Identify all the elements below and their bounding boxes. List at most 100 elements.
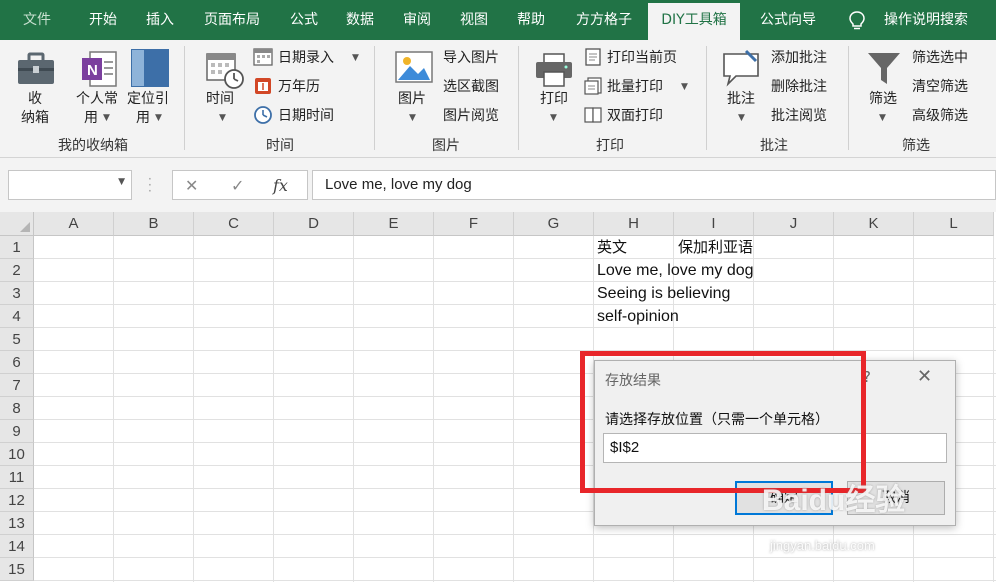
gridline <box>433 236 434 582</box>
more-handle-icon[interactable]: · · · <box>148 173 152 197</box>
onenote-icon[interactable]: N <box>80 48 120 90</box>
batch-print-icon[interactable] <box>583 76 603 96</box>
clock-icon[interactable] <box>253 105 273 125</box>
group-separator <box>706 46 707 150</box>
chevron-down-icon: ▼ <box>550 113 557 123</box>
cell-i1[interactable]: 保加利亚语 <box>678 236 753 259</box>
cell-h2[interactable]: Love me, love my dog <box>597 259 754 282</box>
tab-fangfang[interactable]: 方方格子 <box>566 0 642 40</box>
calendar-clock-icon[interactable] <box>205 50 245 90</box>
chevron-down-icon[interactable]: ▼ <box>118 177 125 187</box>
date-entry-label[interactable]: 日期录入 <box>278 49 334 67</box>
gridline <box>34 281 996 282</box>
select-all-corner[interactable] <box>0 212 34 236</box>
tab-insert[interactable]: 插入 <box>136 0 184 40</box>
insert-function-icon[interactable]: fx <box>273 176 288 195</box>
row-header[interactable]: 2 <box>0 259 34 282</box>
row-header[interactable]: 6 <box>0 351 34 374</box>
tab-view[interactable]: 视图 <box>450 0 498 40</box>
group-label-comment: 批注 <box>760 138 788 154</box>
column-header[interactable]: G <box>514 212 594 236</box>
column-header[interactable]: E <box>354 212 434 236</box>
column-header[interactable]: J <box>754 212 834 236</box>
watermark-url: jingyan.baidu.com <box>770 538 875 553</box>
toolbox-icon[interactable] <box>16 50 56 88</box>
highlight-annotation <box>580 351 866 493</box>
import-image-label[interactable]: 导入图片 <box>443 49 499 67</box>
row-header[interactable]: 7 <box>0 374 34 397</box>
group-separator <box>374 46 375 150</box>
row-header[interactable]: 3 <box>0 282 34 305</box>
datetime-label[interactable]: 日期时间 <box>278 107 334 125</box>
column-header[interactable]: L <box>914 212 994 236</box>
row-header[interactable]: 14 <box>0 535 34 558</box>
row-header[interactable]: 8 <box>0 397 34 420</box>
column-header[interactable]: K <box>834 212 914 236</box>
row-header[interactable]: 15 <box>0 558 34 581</box>
row-header[interactable]: 11 <box>0 466 34 489</box>
column-header[interactable]: A <box>34 212 114 236</box>
chevron-down-icon: ▼ <box>409 113 416 123</box>
tab-formula-wizard[interactable]: 公式向导 <box>748 0 828 40</box>
box-label-2: 纳箱 <box>21 110 49 126</box>
delete-comment-label[interactable]: 删除批注 <box>771 78 827 96</box>
row-header[interactable]: 4 <box>0 305 34 328</box>
cell-h3[interactable]: Seeing is believing <box>597 282 730 305</box>
date-entry-icon[interactable] <box>253 47 273 67</box>
picture-icon[interactable] <box>394 48 434 88</box>
column-header[interactable]: C <box>194 212 274 236</box>
advanced-filter-label[interactable]: 高级筛选 <box>912 107 968 125</box>
clear-filter-label[interactable]: 清空筛选 <box>912 78 968 96</box>
column-header[interactable]: B <box>114 212 194 236</box>
comment-big-label: 批注 <box>727 91 755 107</box>
tab-home[interactable]: 开始 <box>78 0 128 40</box>
batch-print-label[interactable]: 批量打印 <box>607 78 663 96</box>
column-header[interactable]: F <box>434 212 514 236</box>
tab-formulas[interactable]: 公式 <box>280 0 328 40</box>
tab-page-layout[interactable]: 页面布局 <box>194 0 270 40</box>
range-capture-label[interactable]: 选区截图 <box>443 78 499 96</box>
name-box[interactable]: ▼ <box>8 170 132 200</box>
tab-review[interactable]: 审阅 <box>393 0 441 40</box>
filter-icon[interactable] <box>866 50 902 88</box>
tab-data[interactable]: 数据 <box>336 0 384 40</box>
time-big-label: 时间 <box>206 91 234 107</box>
print-current-label[interactable]: 打印当前页 <box>607 49 677 67</box>
gridline <box>353 236 354 582</box>
column-header[interactable]: I <box>674 212 754 236</box>
gridline <box>34 557 996 558</box>
formula-input[interactable]: Love me, love my dog <box>312 170 996 200</box>
browse-comment-label[interactable]: 批注阅览 <box>771 107 827 125</box>
duplex-print-label[interactable]: 双面打印 <box>607 107 663 125</box>
group-separator <box>518 46 519 150</box>
filter-selected-label[interactable]: 筛选选中 <box>912 49 968 67</box>
filter-big-label: 筛选 <box>869 91 897 107</box>
row-header[interactable]: 10 <box>0 443 34 466</box>
add-comment-label[interactable]: 添加批注 <box>771 49 827 67</box>
print-page-icon[interactable] <box>583 47 603 67</box>
tab-file[interactable]: 文件 <box>14 0 60 40</box>
row-header[interactable]: 5 <box>0 328 34 351</box>
calendar-label[interactable]: 万年历 <box>278 78 320 96</box>
column-header[interactable]: D <box>274 212 354 236</box>
row-header[interactable]: 13 <box>0 512 34 535</box>
cell-h4[interactable]: self-opinion <box>597 305 679 328</box>
row-header[interactable]: 9 <box>0 420 34 443</box>
cancel-entry-icon[interactable]: ✕ <box>185 176 198 195</box>
close-icon[interactable]: ✕ <box>917 366 932 387</box>
duplex-print-icon[interactable] <box>583 105 603 125</box>
perpetual-calendar-icon[interactable] <box>253 76 273 96</box>
printer-icon[interactable] <box>534 52 574 88</box>
comment-icon[interactable] <box>720 48 762 88</box>
tab-diy-toolbox[interactable]: DIY工具箱 <box>648 3 740 40</box>
tell-me-search[interactable]: 操作说明搜索 <box>872 0 980 40</box>
row-header[interactable]: 12 <box>0 489 34 512</box>
chevron-down-icon: ▼ <box>352 53 359 63</box>
tab-help[interactable]: 帮助 <box>507 0 555 40</box>
image-browse-label[interactable]: 图片阅览 <box>443 107 499 125</box>
row-header[interactable]: 1 <box>0 236 34 259</box>
column-header[interactable]: H <box>594 212 674 236</box>
confirm-entry-icon[interactable]: ✓ <box>231 176 244 195</box>
locate-reference-icon[interactable] <box>130 48 170 88</box>
cell-h1[interactable]: 英文 <box>597 236 627 259</box>
